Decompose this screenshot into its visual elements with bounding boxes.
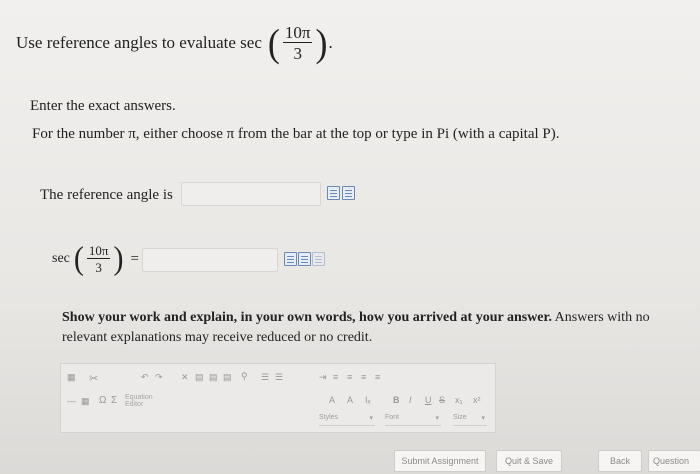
bg-color-button[interactable]: A [347,395,353,405]
clear-format-button[interactable]: Iₓ [365,395,370,405]
preview-tool-icon-2[interactable] [298,252,311,266]
numbered-list-icon[interactable]: ☰ [261,372,269,383]
equals-sign: = [130,250,139,267]
table-icon[interactable]: ▦ [81,396,90,407]
equation-tool-icon[interactable] [327,186,340,200]
cut-icon[interactable]: ✂ [89,372,98,385]
help-tool-icon[interactable] [312,252,325,266]
work-prompt-bold: Show your work and explain, in your own … [62,310,552,325]
underline-button[interactable]: U [425,395,432,405]
align-center-icon[interactable]: ≡ [347,372,352,382]
question-title: Use reference angles to evaluate sec ( 1… [16,20,333,65]
sec-expression: sec ( 10π 3 ) = [52,240,139,277]
chevron-down-icon: ▾ [435,415,439,422]
size-label: Size [453,414,467,421]
bullet-list-icon[interactable]: ☰ [275,372,283,383]
paste-word-icon[interactable]: ▤ [223,372,232,383]
sec-denominator: 3 [95,260,102,275]
align-right-icon[interactable]: ≡ [361,372,366,382]
indent-icon[interactable]: ⇥ [319,372,327,383]
find-icon[interactable]: ⚲ [241,371,248,382]
question-fraction: 10π 3 [282,23,313,63]
question-prefix: Use reference angles to evaluate sec [16,33,262,52]
paste-text-icon[interactable]: ▤ [209,372,218,383]
fraction-denominator: 3 [293,44,302,63]
question-suffix: . [328,33,333,52]
styles-label: Styles [319,414,339,421]
subscript-button[interactable]: x₁ [455,395,463,405]
instruction-line-2: For the number π, either choose π from t… [32,126,560,142]
sec-answer-input[interactable] [142,248,278,272]
omega-special-char[interactable]: Ω [99,395,106,406]
strikethrough-button[interactable]: S [439,395,445,405]
remove-format-icon[interactable]: ✕ [181,372,189,383]
work-prompt: Show your work and explain, in your own … [62,308,692,348]
equation-editor-label[interactable]: Equation Editor [125,394,155,408]
sec-right-paren: ) [113,240,124,277]
sec-numerator: 10π [86,243,111,259]
size-dropdown[interactable]: Size ▾ [453,414,487,426]
italic-button[interactable]: I [409,395,412,405]
sigma-equation-icon[interactable]: Σ [111,395,117,406]
question-menu-button[interactable]: Question [648,450,700,472]
bold-button[interactable]: B [393,395,400,405]
redo-icon[interactable]: ↷ [155,372,163,383]
right-paren: ) [315,20,328,65]
reference-angle-label: The reference angle is [40,187,173,203]
align-left-icon[interactable]: ≡ [333,372,338,382]
styles-dropdown[interactable]: Styles ▾ [319,414,375,426]
font-dropdown[interactable]: Font ▾ [385,414,441,426]
source-icon[interactable]: ▦ [67,372,76,383]
sec-fraction: 10π 3 [86,243,111,275]
back-button[interactable]: Back [598,450,642,472]
fraction-numerator: 10π [282,23,313,43]
align-justify-icon[interactable]: ≡ [375,372,380,382]
superscript-button[interactable]: x² [473,395,481,405]
chevron-down-icon: ▾ [481,415,485,422]
undo-icon[interactable]: ↶ [141,372,149,383]
instruction-line-1: Enter the exact answers. [30,98,176,114]
left-paren: ( [267,20,280,65]
sec-func: sec [52,251,70,266]
chevron-down-icon: ▾ [369,415,373,422]
rich-text-editor[interactable]: ▦ ✂ ↶ ↷ ✕ ▤ ▤ ▤ ⚲ ☰ ☰ ⇥ ≡ ≡ ≡ ≡ — ▦ Ω Σ … [60,363,496,433]
preview-tool-icon[interactable] [342,186,355,200]
paste-icon[interactable]: ▤ [195,372,204,383]
equation-tool-icon-2[interactable] [284,252,297,266]
horizontal-line-icon[interactable]: — [67,396,76,406]
reference-angle-input[interactable] [181,182,321,206]
submit-assignment-button[interactable]: Submit Assignment [394,450,486,472]
font-label: Font [385,414,400,421]
sec-left-paren: ( [73,240,84,277]
font-color-button[interactable]: A [329,395,335,405]
quit-save-button[interactable]: Quit & Save [496,450,562,472]
